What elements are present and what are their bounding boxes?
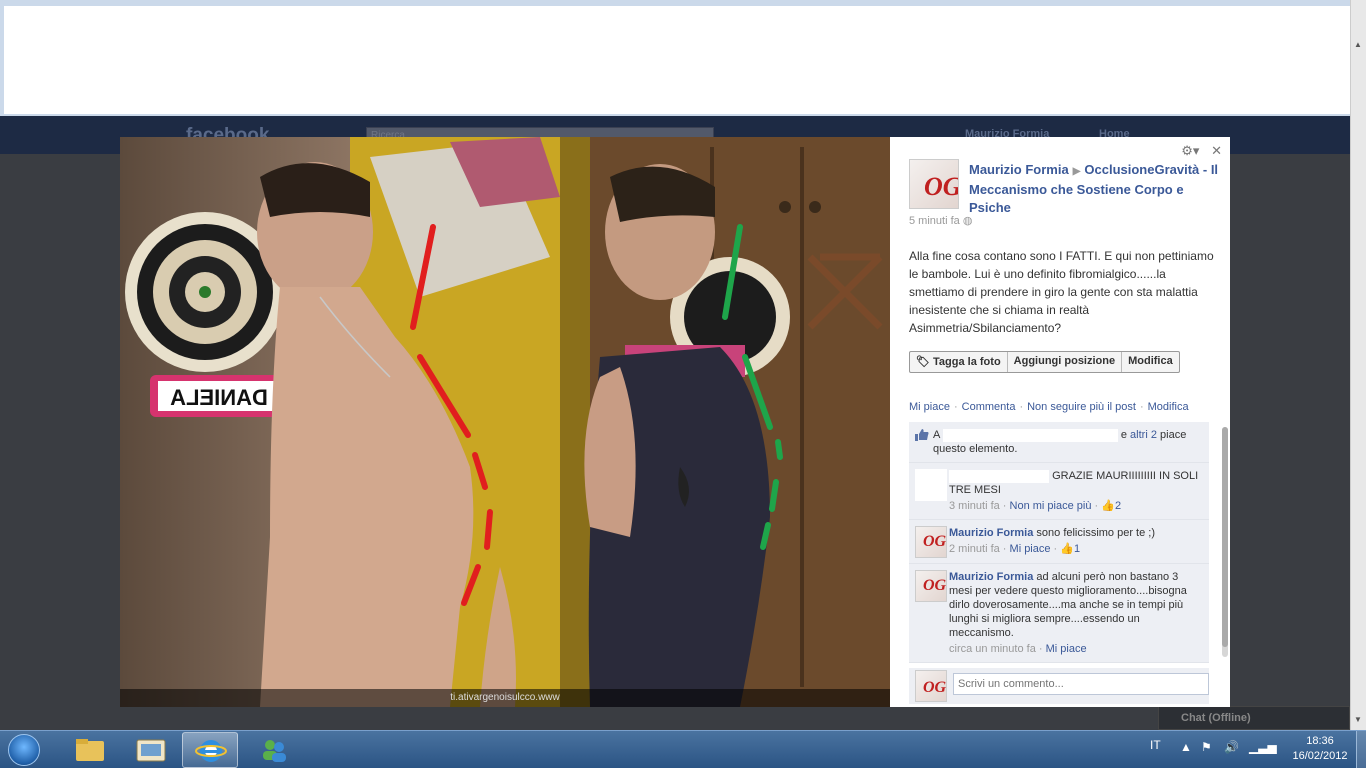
comment-meta: 3 minuti fa · Non mi piace più · 👍2: [949, 500, 1122, 512]
internet-explorer-taskbar-button[interactable]: [182, 732, 238, 768]
thumbs-up-icon: 👍: [1101, 500, 1115, 512]
comment: OG Maurizio Formia sono felicissimo per …: [909, 520, 1209, 564]
unfollow-link[interactable]: Non seguire più il post: [1027, 401, 1136, 413]
photo-sidebar: ⚙▾ ✕ OG Maurizio Formia ▶ OcclusioneGravit…: [890, 137, 1230, 707]
comment-meta: circa un minuto fa · Mi piace: [949, 643, 1087, 655]
thumbs-up-icon: 👍: [1060, 543, 1074, 555]
photo-action-bar: 🏷 Tagga la foto Aggiungi posizione Modif…: [909, 351, 1180, 373]
media-icon: [136, 739, 166, 762]
photo-image: DANIELA: [120, 137, 890, 707]
likes-summary: A e altri 2 piace questo elemento.: [909, 422, 1209, 463]
language-indicator[interactable]: IT: [1150, 738, 1161, 752]
browser-scrollbar[interactable]: ▲ ▼: [1350, 0, 1366, 730]
windows-logo-icon: [8, 734, 40, 766]
edit-link[interactable]: Modifica: [1148, 401, 1189, 413]
like-link[interactable]: Mi piace: [1046, 643, 1087, 655]
comment: OG Maurizio Formia ad alcuni però non ba…: [909, 564, 1209, 663]
triangle-right-icon: ▶: [1072, 166, 1081, 177]
unlike-link[interactable]: Non mi piace più: [1010, 500, 1092, 512]
scroll-down-icon[interactable]: ▼: [1354, 715, 1362, 724]
avatar-og-text: OG: [924, 172, 959, 201]
comment: GRAZIE MAURIIIIIIIII IN SOLI TRE MESI 3 …: [909, 463, 1209, 520]
explorer-taskbar-button[interactable]: [62, 732, 118, 768]
volume-icon[interactable]: 🔊: [1224, 740, 1239, 754]
post-text: Alla fine cosa contano sono I FATTI. E q…: [909, 249, 1214, 335]
scroll-up-icon[interactable]: ▲: [1354, 40, 1362, 49]
comment-author[interactable]: Maurizio Formia: [949, 527, 1033, 539]
comments-scrollbar[interactable]: [1222, 427, 1228, 657]
post-timestamp[interactable]: 5 minuti fa ◍: [909, 214, 972, 227]
comment-avatar[interactable]: OG: [915, 526, 947, 558]
comment-meta: 2 minuti fa · Mi piace · 👍1: [949, 543, 1081, 555]
photo-viewer: DANIELA ti.ativargenoisulcco.www ⚙▾ ✕ OG…: [120, 137, 1230, 707]
like-link[interactable]: Mi piace: [1010, 543, 1051, 555]
gear-icon[interactable]: ⚙▾: [1181, 143, 1199, 158]
clock-time: 18:36: [1306, 735, 1334, 747]
thumbs-up-icon: [915, 429, 929, 441]
show-hidden-icons-icon[interactable]: ▲: [1180, 740, 1192, 754]
post-header: Maurizio Formia ▶ OcclusioneGravità - Il M…: [969, 161, 1219, 217]
comment-likes-count[interactable]: 👍2: [1101, 500, 1121, 512]
photo: DANIELA ti.ativargenoisulcco.www: [120, 137, 890, 707]
globe-icon: ◍: [962, 215, 973, 227]
viewer-tools: ⚙▾ ✕: [1173, 143, 1222, 159]
clock-date: 16/02/2012: [1292, 750, 1348, 762]
comment-avatar[interactable]: OG: [915, 570, 947, 602]
people-icon: [263, 740, 286, 762]
like-link[interactable]: Mi piace: [909, 401, 950, 413]
page-avatar[interactable]: OG: [909, 159, 959, 209]
tag-photo-button[interactable]: 🏷 Tagga la foto: [910, 352, 1008, 372]
comment-likes-count[interactable]: 👍1: [1060, 543, 1080, 555]
redacted-names: [942, 428, 1118, 442]
start-button[interactable]: [2, 731, 50, 768]
author-link[interactable]: Maurizio Formia: [969, 162, 1069, 177]
browser-content-blank: [4, 6, 1350, 114]
windows-taskbar: [0, 730, 1366, 768]
comment-link[interactable]: Commenta: [962, 401, 1016, 413]
tag-icon: 🏷: [916, 356, 930, 368]
network-icon[interactable]: ▁▃▅: [1249, 740, 1277, 754]
daniela-sign-text: DANIELA: [170, 385, 268, 410]
messenger-taskbar-button[interactable]: [246, 732, 302, 768]
comment-author[interactable]: Maurizio Formia: [949, 571, 1033, 583]
comment-input[interactable]: [953, 673, 1209, 695]
clock[interactable]: 18:36 16/02/2012: [1290, 734, 1350, 764]
close-icon[interactable]: ✕: [1211, 143, 1222, 158]
photo-watermark: ti.ativargenoisulcco.www: [120, 689, 890, 707]
post-actions: Mi piace · Commenta · Non seguire più il pos…: [909, 401, 1189, 413]
comments-area: A e altri 2 piace questo elemento. GRAZI…: [909, 422, 1209, 668]
internet-explorer-icon: [195, 740, 227, 762]
redacted-avatar[interactable]: [915, 469, 947, 501]
folder-icon: [76, 739, 104, 761]
my-avatar: OG: [915, 670, 947, 702]
media-taskbar-button[interactable]: [123, 732, 179, 768]
action-center-icon[interactable]: ⚑: [1201, 740, 1212, 754]
chat-offline-bar[interactable]: Chat (Offline): [1158, 706, 1350, 730]
show-desktop-button[interactable]: [1356, 731, 1366, 768]
comment-text: sono felicissimo per te ;): [1036, 527, 1156, 539]
edit-button[interactable]: Modifica: [1122, 352, 1179, 372]
add-location-button[interactable]: Aggiungi posizione: [1008, 352, 1123, 372]
redacted-author: [949, 469, 1049, 483]
others-likes-link[interactable]: altri 2: [1130, 429, 1157, 441]
reply-box: OG: [909, 668, 1209, 704]
